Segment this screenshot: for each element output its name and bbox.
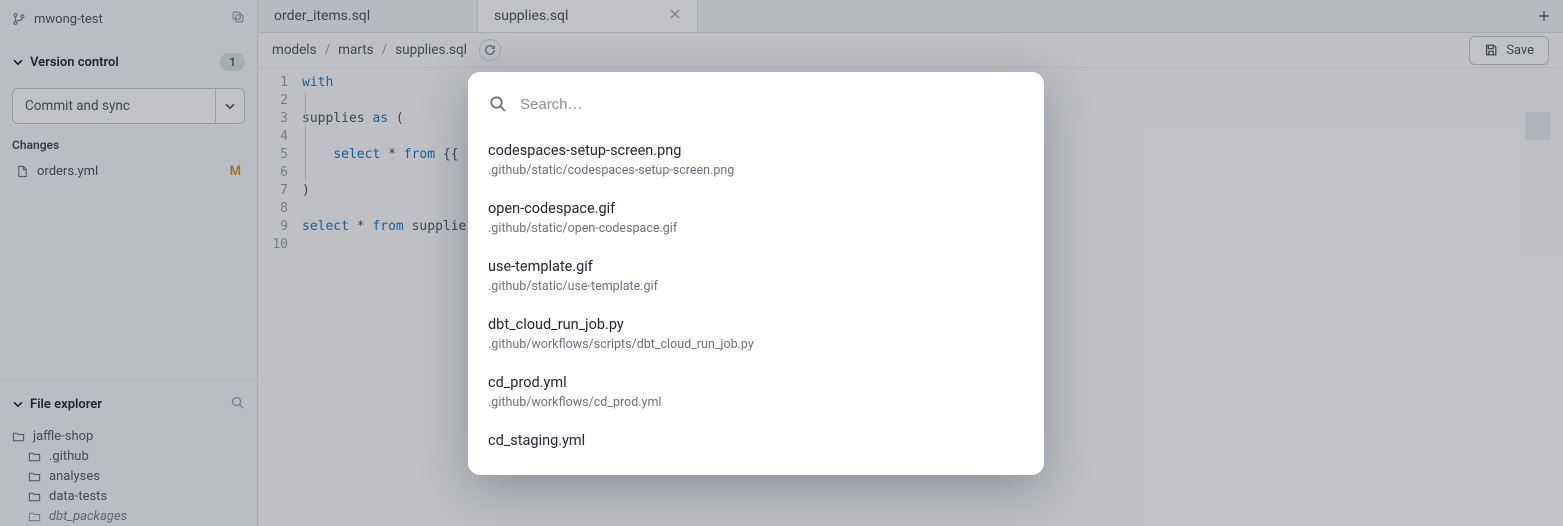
search-result-title: codespaces-setup-screen.png bbox=[488, 142, 1024, 159]
search-result-path: .github/static/use-template.gif bbox=[488, 279, 1024, 294]
search-result-item[interactable]: dbt_cloud_run_job.py .github/workflows/sc… bbox=[488, 306, 1024, 364]
search-result-title: cd_staging.yml bbox=[488, 432, 1024, 449]
search-input[interactable] bbox=[520, 96, 1024, 113]
search-icon bbox=[488, 94, 508, 114]
search-result-path: .github/static/open-codespace.gif bbox=[488, 221, 1024, 236]
search-result-path: .github/workflows/cd_prod.yml bbox=[488, 395, 1024, 410]
search-result-item[interactable]: open-codespace.gif .github/static/open-co… bbox=[488, 190, 1024, 248]
search-result-title: dbt_cloud_run_job.py bbox=[488, 316, 1024, 333]
file-search-modal: codespaces-setup-screen.png .github/stati… bbox=[468, 72, 1044, 475]
search-result-item[interactable]: cd_staging.yml bbox=[488, 422, 1024, 461]
search-result-path: .github/static/codespaces-setup-screen.p… bbox=[488, 163, 1024, 178]
search-result-item[interactable]: codespaces-setup-screen.png .github/stati… bbox=[488, 132, 1024, 190]
search-result-item[interactable]: use-template.gif .github/static/use-templ… bbox=[488, 248, 1024, 306]
search-result-title: open-codespace.gif bbox=[488, 200, 1024, 217]
search-result-title: cd_prod.yml bbox=[488, 374, 1024, 391]
search-result-title: use-template.gif bbox=[488, 258, 1024, 275]
search-result-path: .github/workflows/scripts/dbt_cloud_run_… bbox=[488, 337, 1024, 352]
search-result-item[interactable]: cd_prod.yml .github/workflows/cd_prod.yml bbox=[488, 364, 1024, 422]
modal-overlay[interactable]: codespaces-setup-screen.png .github/stati… bbox=[0, 0, 1563, 526]
